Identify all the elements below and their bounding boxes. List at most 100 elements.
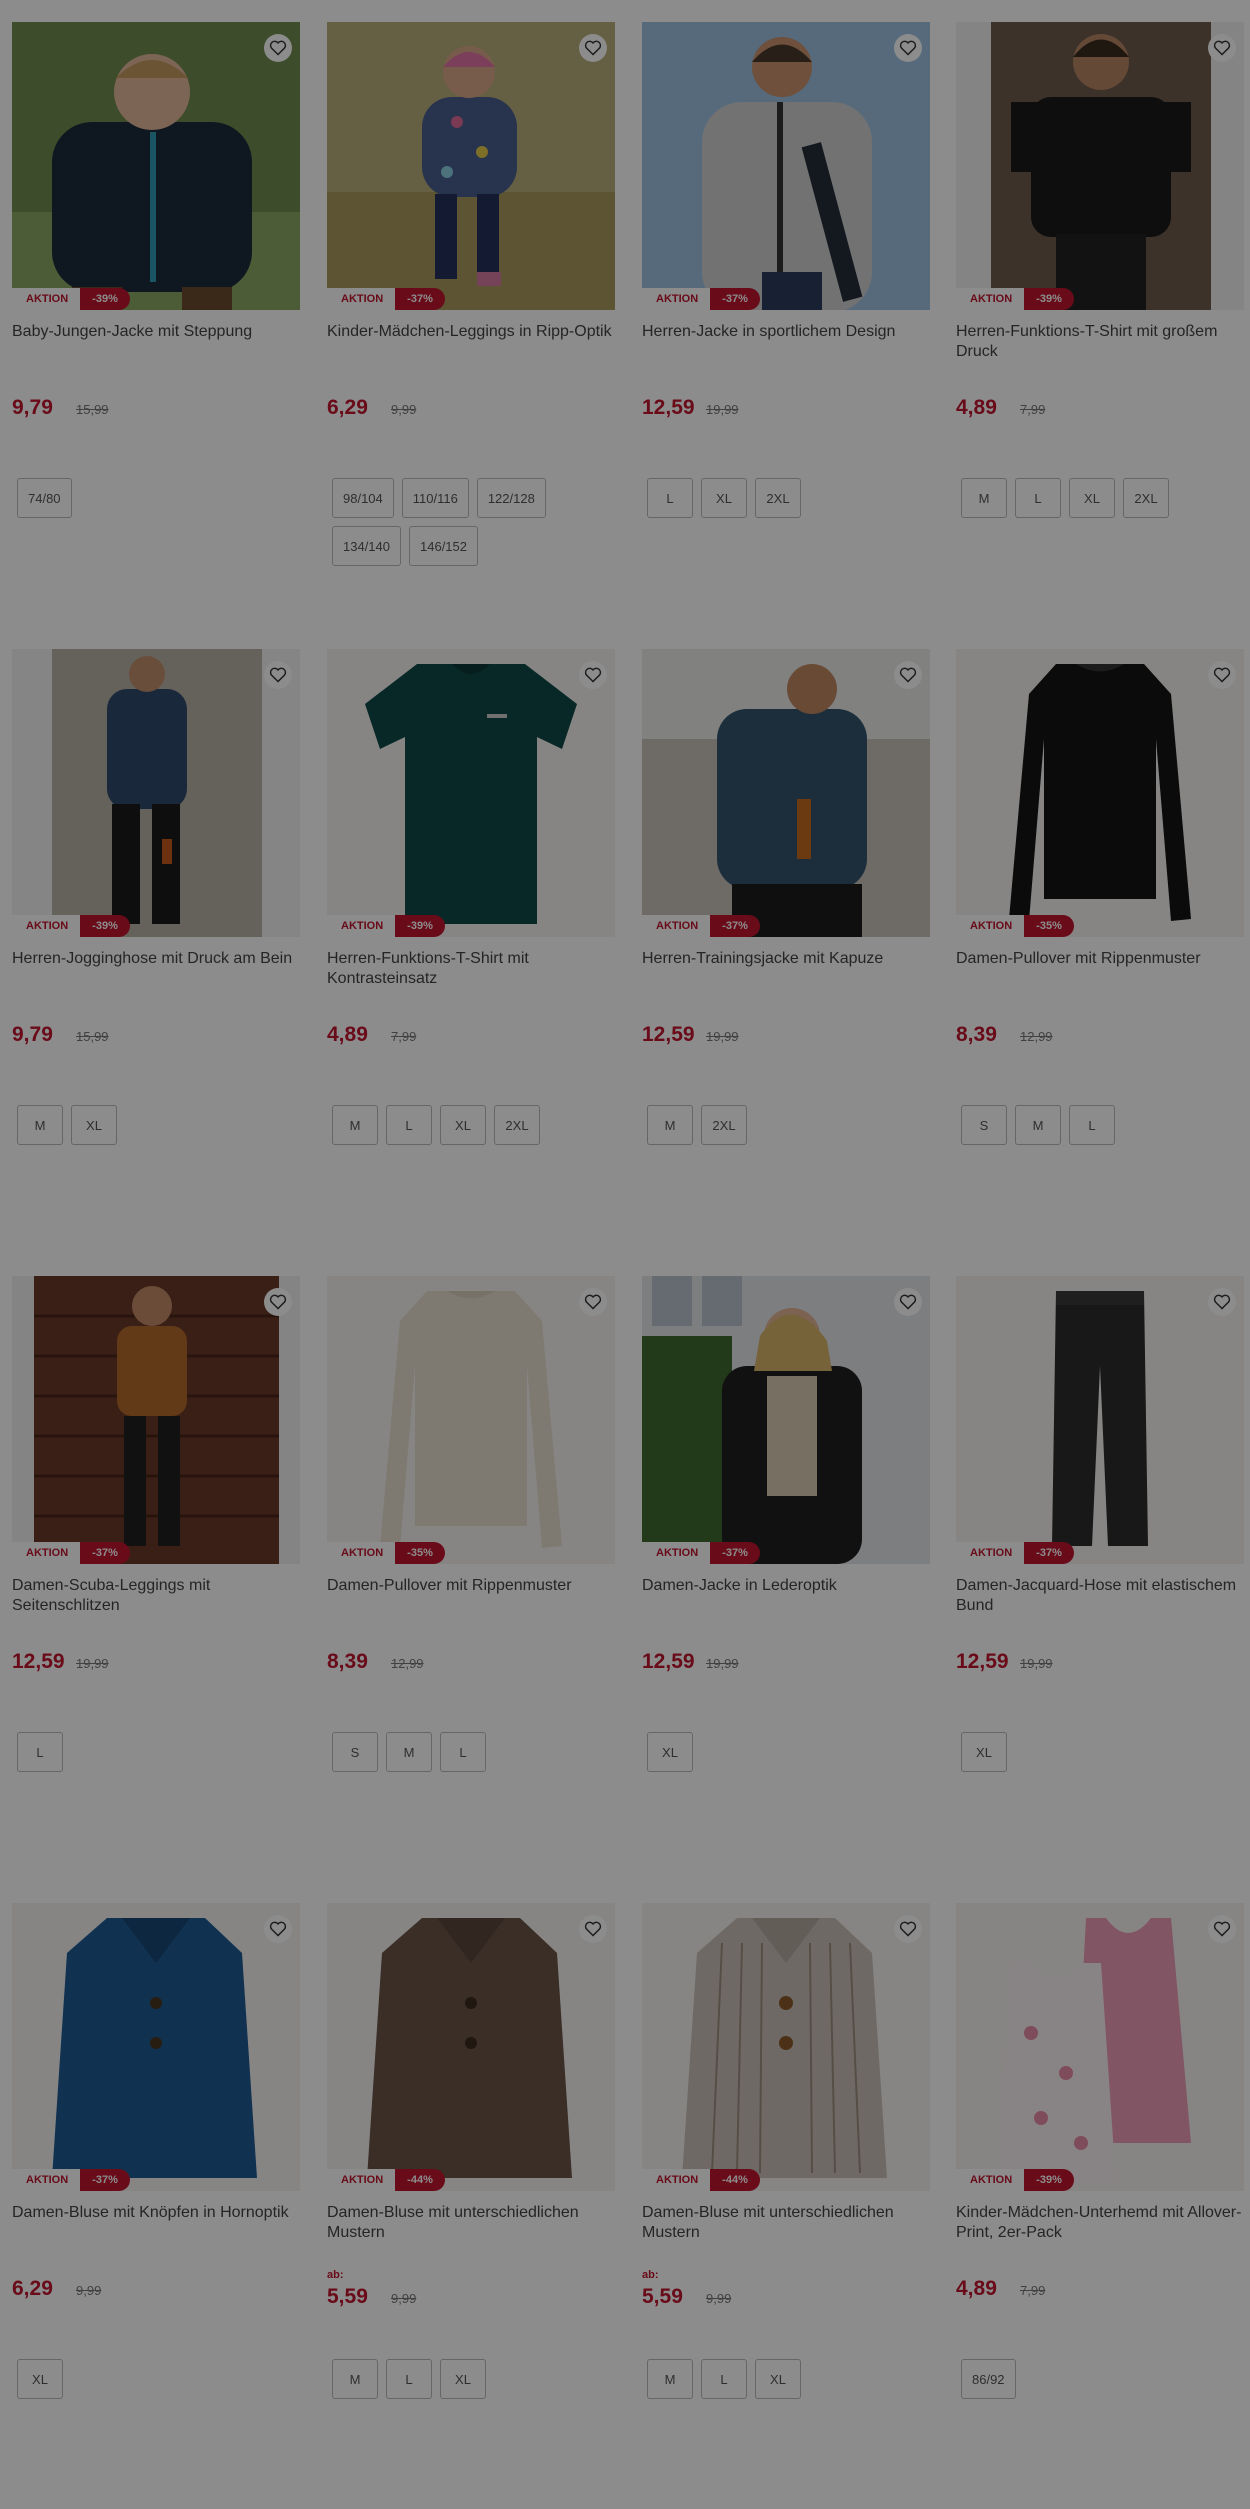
product-title[interactable]: Damen-Jacquard-Hose mit elastischem Bund <box>956 1576 1246 1636</box>
size-option[interactable]: 74/80 <box>17 478 72 518</box>
size-option[interactable]: XL <box>17 2359 63 2399</box>
product-image[interactable]: AKTION -39% <box>327 649 615 937</box>
product-title[interactable]: Herren-Funktions-T-Shirt mit großem Druc… <box>956 322 1246 382</box>
size-option[interactable]: XL <box>440 2359 486 2399</box>
product-image[interactable]: AKTION -39% <box>956 1903 1244 2191</box>
size-option[interactable]: 146/152 <box>409 526 478 566</box>
size-option[interactable]: 2XL <box>755 478 801 518</box>
product-image[interactable]: AKTION -39% <box>956 22 1244 310</box>
product-title[interactable]: Kinder-Mädchen-Leggings in Ripp-Optik <box>327 322 617 382</box>
size-option[interactable]: L <box>386 1105 432 1145</box>
wishlist-heart-icon[interactable] <box>579 1915 607 1943</box>
wishlist-heart-icon[interactable] <box>1208 661 1236 689</box>
wishlist-heart-icon[interactable] <box>894 1288 922 1316</box>
product-image[interactable]: AKTION -37% <box>327 22 615 310</box>
wishlist-heart-icon[interactable] <box>894 34 922 62</box>
product-title[interactable]: Damen-Jacke in Lederoptik <box>642 1576 932 1636</box>
size-option[interactable]: M <box>332 1105 378 1145</box>
product-card[interactable]: AKTION -37% Herren-Jacke in sportlichem … <box>642 22 932 622</box>
size-option[interactable]: M <box>332 2359 378 2399</box>
size-option[interactable]: S <box>961 1105 1007 1145</box>
product-image[interactable]: AKTION -35% <box>956 649 1244 937</box>
wishlist-heart-icon[interactable] <box>1208 1915 1236 1943</box>
size-option[interactable]: 134/140 <box>332 526 401 566</box>
product-title[interactable]: Herren-Jogginghose mit Druck am Bein <box>12 949 302 1009</box>
product-title[interactable]: Damen-Bluse mit unterschiedlichen Muster… <box>327 2203 617 2263</box>
product-card[interactable]: AKTION -39% Baby-Jungen-Jacke mit Steppu… <box>12 22 302 622</box>
wishlist-heart-icon[interactable] <box>264 661 292 689</box>
size-option[interactable]: XL <box>1069 478 1115 518</box>
size-option[interactable]: L <box>647 478 693 518</box>
size-option[interactable]: 110/116 <box>401 478 469 518</box>
size-option[interactable]: L <box>386 2359 432 2399</box>
product-card[interactable]: AKTION -44% Damen-Bluse mit unterschiedl… <box>327 1903 617 2503</box>
wishlist-heart-icon[interactable] <box>264 1915 292 1943</box>
product-card[interactable]: AKTION -37% Damen-Bluse mit Knöpfen in H… <box>12 1903 302 2503</box>
wishlist-heart-icon[interactable] <box>1208 34 1236 62</box>
product-card[interactable]: AKTION -39% Herren-Jogginghose mit Druck… <box>12 649 302 1249</box>
product-title[interactable]: Herren-Trainingsjacke mit Kapuze <box>642 949 932 1009</box>
size-option[interactable]: XL <box>71 1105 117 1145</box>
size-option[interactable]: 2XL <box>701 1105 747 1145</box>
product-card[interactable]: AKTION -37% Herren-Trainingsjacke mit Ka… <box>642 649 932 1249</box>
size-option[interactable]: XL <box>647 1732 693 1772</box>
size-option[interactable]: 122/128 <box>476 478 546 518</box>
product-card[interactable]: AKTION -35% Damen-Pullover mit Rippenmus… <box>956 649 1246 1249</box>
size-option[interactable]: L <box>1069 1105 1115 1145</box>
product-title[interactable]: Herren-Jacke in sportlichem Design <box>642 322 932 382</box>
product-image[interactable]: AKTION -37% <box>956 1276 1244 1564</box>
product-image[interactable]: AKTION -37% <box>12 1903 300 2191</box>
wishlist-heart-icon[interactable] <box>579 661 607 689</box>
size-option[interactable]: M <box>386 1732 432 1772</box>
size-option[interactable]: L <box>1015 478 1061 518</box>
size-option[interactable]: M <box>17 1105 63 1145</box>
product-image[interactable]: AKTION -44% <box>327 1903 615 2191</box>
size-option[interactable]: XL <box>755 2359 801 2399</box>
product-image[interactable]: AKTION -37% <box>642 1276 930 1564</box>
size-option[interactable]: 98/104 <box>332 478 394 518</box>
size-option[interactable]: L <box>701 2359 747 2399</box>
size-option[interactable]: M <box>647 2359 693 2399</box>
product-image[interactable]: AKTION -35% <box>327 1276 615 1564</box>
size-option[interactable]: 2XL <box>1123 478 1169 518</box>
wishlist-heart-icon[interactable] <box>894 1915 922 1943</box>
size-option[interactable]: 2XL <box>494 1105 540 1145</box>
product-image[interactable]: AKTION -37% <box>642 22 930 310</box>
size-option[interactable]: M <box>1015 1105 1061 1145</box>
product-title[interactable]: Damen-Bluse mit unterschiedlichen Muster… <box>642 2203 932 2263</box>
product-image[interactable]: AKTION -39% <box>12 22 300 310</box>
product-image[interactable]: AKTION -37% <box>12 1276 300 1564</box>
product-title[interactable]: Damen-Pullover mit Rippenmuster <box>956 949 1246 1009</box>
wishlist-heart-icon[interactable] <box>894 661 922 689</box>
wishlist-heart-icon[interactable] <box>264 1288 292 1316</box>
product-image[interactable]: AKTION -37% <box>642 649 930 937</box>
product-title[interactable]: Baby-Jungen-Jacke mit Steppung <box>12 322 302 382</box>
product-card[interactable]: AKTION -37% Damen-Scuba-Leggings mit Sei… <box>12 1276 302 1876</box>
wishlist-heart-icon[interactable] <box>1208 1288 1236 1316</box>
product-card[interactable]: AKTION -37% Kinder-Mädchen-Leggings in R… <box>327 22 617 622</box>
product-title[interactable]: Damen-Scuba-Leggings mit Seitenschlitzen <box>12 1576 302 1636</box>
product-card[interactable]: AKTION -39% Herren-Funktions-T-Shirt mit… <box>956 22 1246 622</box>
product-card[interactable]: AKTION -37% Damen-Jacke in Lederoptik 12… <box>642 1276 932 1876</box>
size-option[interactable]: M <box>961 478 1007 518</box>
product-title[interactable]: Damen-Pullover mit Rippenmuster <box>327 1576 617 1636</box>
wishlist-heart-icon[interactable] <box>579 34 607 62</box>
size-option[interactable]: L <box>17 1732 63 1772</box>
product-card[interactable]: AKTION -39% Herren-Funktions-T-Shirt mit… <box>327 649 617 1249</box>
product-image[interactable]: AKTION -44% <box>642 1903 930 2191</box>
size-option[interactable]: 86/92 <box>961 2359 1016 2399</box>
size-option[interactable]: XL <box>961 1732 1007 1772</box>
size-option[interactable]: S <box>332 1732 378 1772</box>
size-option[interactable]: XL <box>440 1105 486 1145</box>
wishlist-heart-icon[interactable] <box>264 34 292 62</box>
product-title[interactable]: Kinder-Mädchen-Unterhemd mit Allover-Pri… <box>956 2203 1246 2263</box>
product-card[interactable]: AKTION -37% Damen-Jacquard-Hose mit elas… <box>956 1276 1246 1876</box>
product-title[interactable]: Damen-Bluse mit Knöpfen in Hornoptik <box>12 2203 302 2263</box>
size-option[interactable]: L <box>440 1732 486 1772</box>
product-image[interactable]: AKTION -39% <box>12 649 300 937</box>
wishlist-heart-icon[interactable] <box>579 1288 607 1316</box>
product-card[interactable]: AKTION -44% Damen-Bluse mit unterschiedl… <box>642 1903 932 2503</box>
size-option[interactable]: XL <box>701 478 747 518</box>
size-option[interactable]: M <box>647 1105 693 1145</box>
product-title[interactable]: Herren-Funktions-T-Shirt mit Kontrastein… <box>327 949 617 1009</box>
